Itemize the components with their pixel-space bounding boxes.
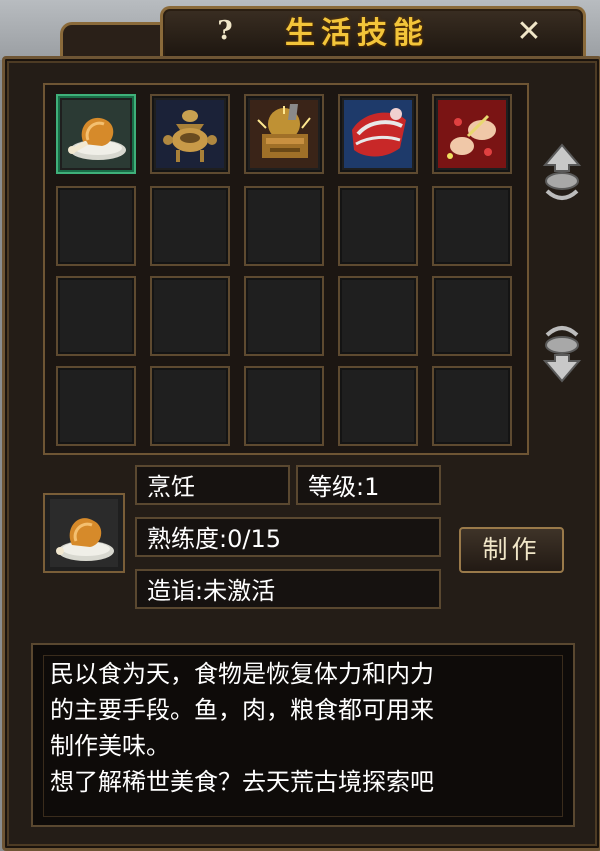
skill-slot-cooking[interactable] xyxy=(56,94,136,174)
skill-slot-alchemy[interactable] xyxy=(150,94,230,174)
empty-slot[interactable] xyxy=(244,186,324,266)
skill-slot-crafting[interactable] xyxy=(432,94,512,174)
empty-slot[interactable] xyxy=(150,186,230,266)
empty-slot[interactable] xyxy=(432,186,512,266)
empty-slot[interactable] xyxy=(56,186,136,266)
description-line: 的主要手段。鱼，肉，粮食都可用来 xyxy=(50,696,434,724)
skill-name-field: 烹饪 xyxy=(135,465,290,505)
cloth-bundle-icon xyxy=(344,100,412,168)
empty-slot[interactable] xyxy=(338,366,418,446)
roast-chicken-icon xyxy=(62,100,130,168)
empty-slot[interactable] xyxy=(432,366,512,446)
skill-slot-forging[interactable] xyxy=(244,94,324,174)
skill-grid xyxy=(43,83,529,455)
empty-slot[interactable] xyxy=(244,276,324,356)
make-button[interactable]: 制作 xyxy=(459,527,564,573)
empty-slot[interactable] xyxy=(56,366,136,446)
empty-slot[interactable] xyxy=(150,366,230,446)
forging-anvil-icon xyxy=(250,100,318,168)
help-button[interactable]: ? xyxy=(210,14,240,48)
skill-level-field: 等级:1 xyxy=(296,465,441,505)
crafting-hands-icon xyxy=(438,100,506,168)
incense-burner-icon xyxy=(156,100,224,168)
mastery-field: 造诣:未激活 xyxy=(135,569,441,609)
scroll-up-button[interactable] xyxy=(539,141,585,205)
close-button[interactable]: ✕ xyxy=(512,14,546,50)
skill-description-box: 民以食为天，食物是恢复体力和内力 的主要手段。鱼，肉，粮食都可用来 制作美味。 … xyxy=(31,643,575,827)
selected-skill-icon xyxy=(43,493,125,573)
scroll-down-icon xyxy=(542,326,582,383)
window-title: 生活技能 xyxy=(285,16,429,51)
empty-slot[interactable] xyxy=(432,276,512,356)
empty-slot[interactable] xyxy=(150,276,230,356)
scroll-up-icon xyxy=(542,143,582,200)
empty-slot[interactable] xyxy=(338,186,418,266)
description-line: 想了解稀世美食？去天荒古境探索吧 xyxy=(50,768,434,796)
empty-slot[interactable] xyxy=(56,276,136,356)
description-text-area[interactable]: 民以食为天，食物是恢复体力和内力 的主要手段。鱼，肉，粮食都可用来 制作美味。 … xyxy=(43,655,563,817)
empty-slot[interactable] xyxy=(338,276,418,356)
scroll-down-button[interactable] xyxy=(539,321,585,385)
description-line: 制作美味。 xyxy=(50,732,170,760)
skill-slot-sewing[interactable] xyxy=(338,94,418,174)
proficiency-field: 熟练度:0/15 xyxy=(135,517,441,557)
title-ornament xyxy=(60,22,173,59)
roast-chicken-icon xyxy=(50,499,118,567)
empty-slot[interactable] xyxy=(244,366,324,446)
life-skills-panel: 烹饪 等级:1 熟练度:0/15 造诣:未激活 制作 民以食为天，食物是恢复体力… xyxy=(2,56,600,851)
description-line: 民以食为天，食物是恢复体力和内力 xyxy=(50,660,434,688)
